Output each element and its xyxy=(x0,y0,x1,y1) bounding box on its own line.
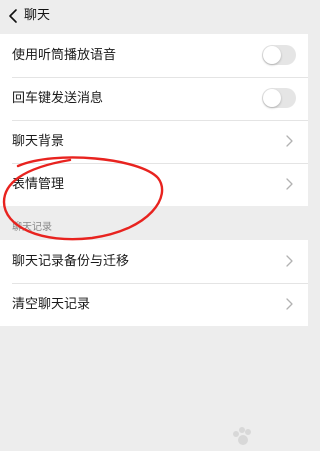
watermark-logo xyxy=(233,427,251,445)
chevron-left-icon[interactable] xyxy=(6,7,22,25)
chevron-right-icon xyxy=(286,178,293,190)
setting-label: 表情管理 xyxy=(12,177,65,192)
page-title: 聊天 xyxy=(24,8,51,23)
enter-to-send-toggle[interactable] xyxy=(262,88,296,108)
section-header-chat-records: 聊天记录 xyxy=(12,222,52,233)
setting-row-earpiece-playback[interactable]: 使用听筒播放语音 xyxy=(0,34,308,77)
setting-row-chat-background[interactable]: 聊天背景 xyxy=(0,120,308,163)
setting-label: 聊天背景 xyxy=(12,134,65,149)
setting-label: 聊天记录备份与迁移 xyxy=(12,254,130,269)
setting-row-enter-to-send[interactable]: 回车键发送消息 xyxy=(0,77,308,120)
chat-records-group: 聊天记录备份与迁移 清空聊天记录 xyxy=(0,240,308,326)
toggle-knob xyxy=(263,89,281,107)
chevron-right-icon xyxy=(286,135,293,147)
setting-label: 清空聊天记录 xyxy=(12,297,91,312)
setting-label: 回车键发送消息 xyxy=(12,91,104,106)
chevron-right-icon xyxy=(286,255,293,267)
setting-row-clear-history[interactable]: 清空聊天记录 xyxy=(0,283,308,326)
earpiece-playback-toggle[interactable] xyxy=(262,45,296,65)
toggle-knob xyxy=(263,46,281,64)
top-bar: 聊天 xyxy=(0,0,308,34)
settings-group: 使用听筒播放语音 回车键发送消息 聊天背景 表情管理 xyxy=(0,34,308,206)
setting-row-backup-migrate[interactable]: 聊天记录备份与迁移 xyxy=(0,240,308,283)
setting-label: 使用听筒播放语音 xyxy=(12,48,117,63)
setting-row-sticker-management[interactable]: 表情管理 xyxy=(0,163,308,206)
chevron-right-icon xyxy=(286,298,293,310)
